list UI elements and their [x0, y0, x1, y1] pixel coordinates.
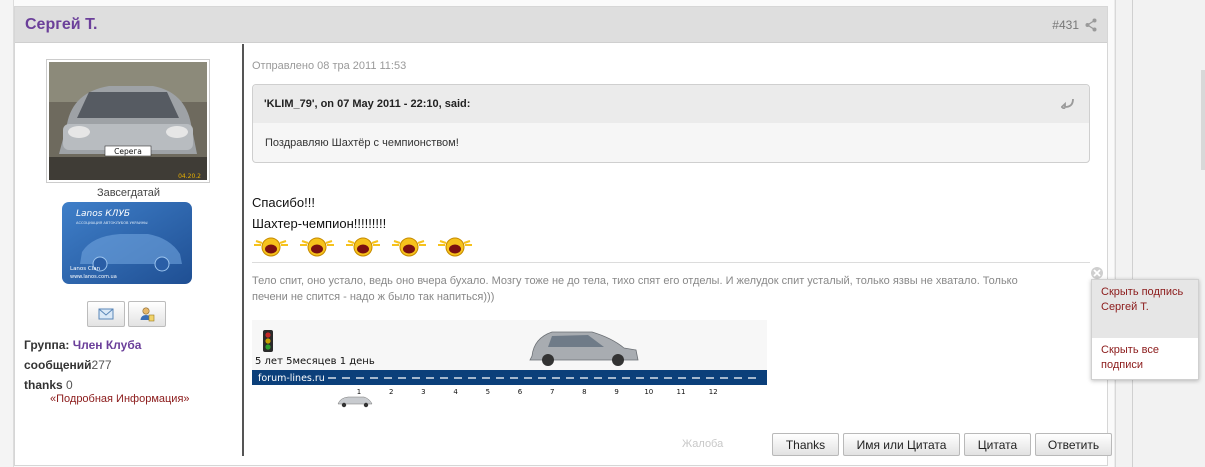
club-brand: Lanos КЛУБ	[76, 209, 130, 219]
club-name: Lanos Clan	[70, 266, 101, 272]
envelope-icon	[98, 308, 114, 320]
banner-month-label: 1	[357, 388, 361, 396]
page-edge	[1132, 0, 1133, 467]
message-line: Спасибо!!!	[252, 195, 315, 210]
hide-signature-option[interactable]: Скрыть подпись Сергей Т.	[1092, 280, 1198, 338]
club-subtitle: АССОЦИАЦИЯ АВТОКЛУБОВ УКРАИНЫ	[76, 221, 148, 225]
signature-banner[interactable]: 5 лет 5месяцев 1 день forum-lines.ru 123…	[252, 320, 767, 410]
club-badge[interactable]: Lanos КЛУБ АССОЦИАЦИЯ АВТОКЛУБОВ УКРАИНЫ…	[62, 202, 192, 284]
avatar-date: 04.20.2	[178, 173, 201, 180]
club-url: www.lanos.com.ua	[70, 274, 117, 280]
author-panel: Серега 04.20.2 Завсегдатай Lanos КЛУБ АС…	[15, 44, 242, 467]
banner-duration: 5 лет 5месяцев 1 день	[255, 356, 375, 367]
page-right-margin	[1115, 0, 1205, 467]
quote-citation: 'KLIM_79', on 07 May 2011 - 22:10, said:	[264, 98, 471, 110]
posts-label: сообщений	[24, 358, 92, 372]
post-number[interactable]: #431	[1052, 18, 1079, 32]
banner-month-label: 11	[677, 388, 686, 396]
quote-button[interactable]: Цитата	[964, 433, 1031, 456]
quote-text: Поздравляю Шахтёр с чемпионством!	[265, 137, 459, 149]
cheering-smiley-icon	[254, 237, 288, 257]
cheering-smiley-icon	[392, 237, 426, 257]
avatar-plate: Серега	[114, 147, 142, 156]
banner-month-label: 4	[453, 388, 458, 396]
banner-month-label: 7	[550, 388, 554, 396]
banner-site: forum-lines.ru	[258, 373, 325, 384]
post-content: Отправлено 08 тра 2011 11:53 'KLIM_79', …	[252, 44, 1112, 467]
more-info-link[interactable]: «Подробная Информация»	[50, 393, 190, 405]
scrollbar-track[interactable]	[1201, 70, 1205, 170]
group-value[interactable]: Член Клуба	[73, 338, 142, 352]
multi-quote-button[interactable]: Имя или Цитата	[843, 433, 960, 456]
post-header: Сергей Т. #431	[15, 7, 1107, 43]
page-left-margin	[0, 0, 14, 467]
banner-month-label: 9	[614, 388, 618, 396]
post-actions: Жалоба Thanks Имя или Цитата Цитата Отве…	[252, 433, 1112, 457]
quote-header: 'KLIM_79', on 07 May 2011 - 22:10, said:	[253, 85, 1089, 123]
user-card-icon	[140, 307, 155, 322]
close-icon[interactable]	[1090, 266, 1104, 280]
column-divider	[242, 44, 244, 456]
forum-post: Сергей Т. #431 Серега 04.20.2 Завсегдата…	[14, 6, 1112, 467]
banner-month-label: 2	[389, 388, 393, 396]
banner-month-label: 12	[709, 388, 718, 396]
club-badge-image: Lanos КЛУБ АССОЦИАЦИЯ АВТОКЛУБОВ УКРАИНЫ…	[62, 202, 192, 284]
view-profile-button[interactable]	[128, 301, 166, 327]
signature-text: Тело спит, оно устало, ведь оно вчера бу…	[252, 275, 1018, 303]
posted-date: Отправлено 08 тра 2011 11:53	[252, 60, 407, 72]
hide-all-signatures-option[interactable]: Скрыть все подписи	[1092, 338, 1198, 378]
user-posts: сообщений277	[24, 358, 112, 372]
avatar-image: Серега 04.20.2	[49, 62, 207, 180]
share-icon[interactable]	[1085, 18, 1097, 32]
banner-month-scale: 1 2 3 4 5 6 7 8 9 10 11 12	[357, 388, 718, 396]
group-label: Группа:	[24, 338, 70, 352]
quote-block: 'KLIM_79', on 07 May 2011 - 22:10, said:…	[252, 84, 1090, 163]
cheering-smiley-icon	[346, 237, 380, 257]
cheering-smiley-icon	[438, 237, 472, 257]
posts-value: 277	[91, 358, 112, 372]
user-rank: Завсегдатай	[96, 187, 161, 199]
banner-month-label: 5	[486, 388, 490, 396]
banner-month-label: 10	[644, 388, 653, 396]
thanks-value: 0	[66, 378, 73, 392]
author-name[interactable]: Сергей Т.	[25, 16, 97, 34]
report-link[interactable]: Жалоба	[682, 438, 723, 450]
cheering-smiley-icon	[300, 237, 334, 257]
signature-options-menu: Скрыть подпись Сергей Т. Скрыть все подп…	[1091, 279, 1199, 380]
banner-month-label: 8	[582, 388, 586, 396]
reply-button[interactable]: Ответить	[1035, 433, 1112, 456]
signature-divider	[252, 262, 1090, 263]
user-thanks: thanks 0	[24, 378, 73, 392]
thanks-label: thanks	[24, 378, 63, 392]
banner-month-label: 6	[518, 388, 523, 396]
view-quoted-post-icon[interactable]	[1061, 97, 1075, 109]
message-line: Шахтер-чемпион!!!!!!!!!	[252, 216, 387, 231]
small-car-icon	[337, 396, 373, 408]
banner-month-label: 3	[421, 388, 425, 396]
send-message-button[interactable]	[87, 301, 125, 327]
user-group: Группа: Член Клуба	[24, 338, 141, 352]
avatar[interactable]: Серега 04.20.2	[46, 59, 210, 183]
thanks-button[interactable]: Thanks	[772, 433, 839, 456]
